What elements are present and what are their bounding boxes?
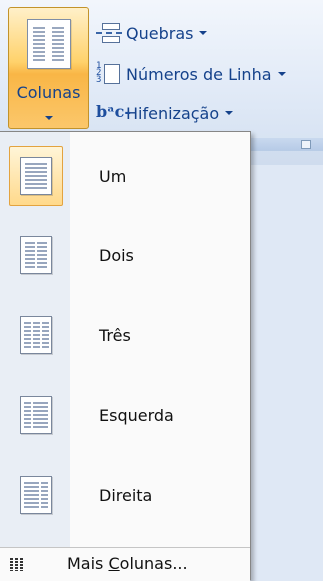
- left-column-icon: [9, 385, 63, 445]
- numeros-de-linha-button[interactable]: 123 Números de Linha: [96, 62, 286, 86]
- menu-item-dois[interactable]: Dois: [8, 220, 246, 290]
- menu-item-tres[interactable]: Três: [8, 300, 246, 370]
- three-columns-icon: [9, 305, 63, 365]
- menu-item-label: Três: [99, 325, 131, 345]
- columns-grid-icon: [10, 557, 24, 571]
- one-column-icon: [9, 146, 63, 206]
- menu-item-um[interactable]: Um: [8, 141, 246, 211]
- dialog-launcher-icon[interactable]: [301, 140, 311, 149]
- chevron-down-icon: [45, 116, 53, 120]
- more-columns-label: Mais Colunas...: [67, 554, 188, 573]
- chevron-down-icon: [277, 72, 286, 76]
- numeros-label: Números de Linha: [126, 64, 272, 84]
- hifenizacao-label: Hifenização: [126, 103, 220, 123]
- two-columns-icon: [9, 225, 63, 285]
- page-break-icon: [96, 22, 122, 44]
- line-numbers-icon: 123: [96, 62, 122, 85]
- colunas-label: Colunas: [16, 83, 81, 102]
- chevron-down-icon: [225, 111, 234, 115]
- menu-item-label: Dois: [99, 245, 134, 265]
- right-column-icon: [9, 465, 63, 525]
- hifenizacao-button[interactable]: bᵃc- Hifenização: [96, 101, 234, 125]
- more-columns-item[interactable]: Mais Colunas...: [0, 547, 250, 581]
- menu-item-esquerda[interactable]: Esquerda: [8, 380, 246, 450]
- menu-item-label: Direita: [99, 485, 153, 505]
- hyphenation-icon: bᵃc-: [96, 102, 132, 121]
- menu-item-label: Esquerda: [99, 405, 174, 425]
- columns-dropdown-menu: Um Dois Três Esquerda Direita Mais Colun…: [0, 131, 251, 581]
- colunas-button[interactable]: Colunas: [8, 7, 89, 129]
- columns-icon: [27, 19, 71, 69]
- menu-item-label: Um: [99, 166, 127, 186]
- quebras-label: Quebras: [126, 23, 194, 43]
- quebras-button[interactable]: Quebras: [96, 21, 208, 45]
- menu-item-direita[interactable]: Direita: [8, 460, 246, 530]
- chevron-down-icon: [199, 31, 208, 35]
